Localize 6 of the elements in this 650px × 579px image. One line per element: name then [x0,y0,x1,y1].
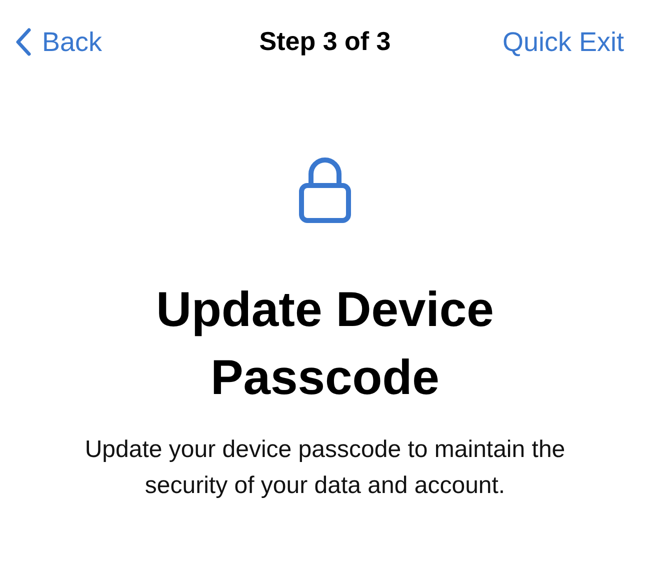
page-heading: Update Device Passcode [155,282,495,407]
quick-exit-button[interactable]: Quick Exit [502,26,624,58]
back-button[interactable]: Back [14,26,102,58]
description-text: Update your device passcode to maintain the security of your data and account. [84,435,566,501]
step-title: Step 3 of 3 [259,26,391,57]
chevron-left-icon [14,27,32,57]
